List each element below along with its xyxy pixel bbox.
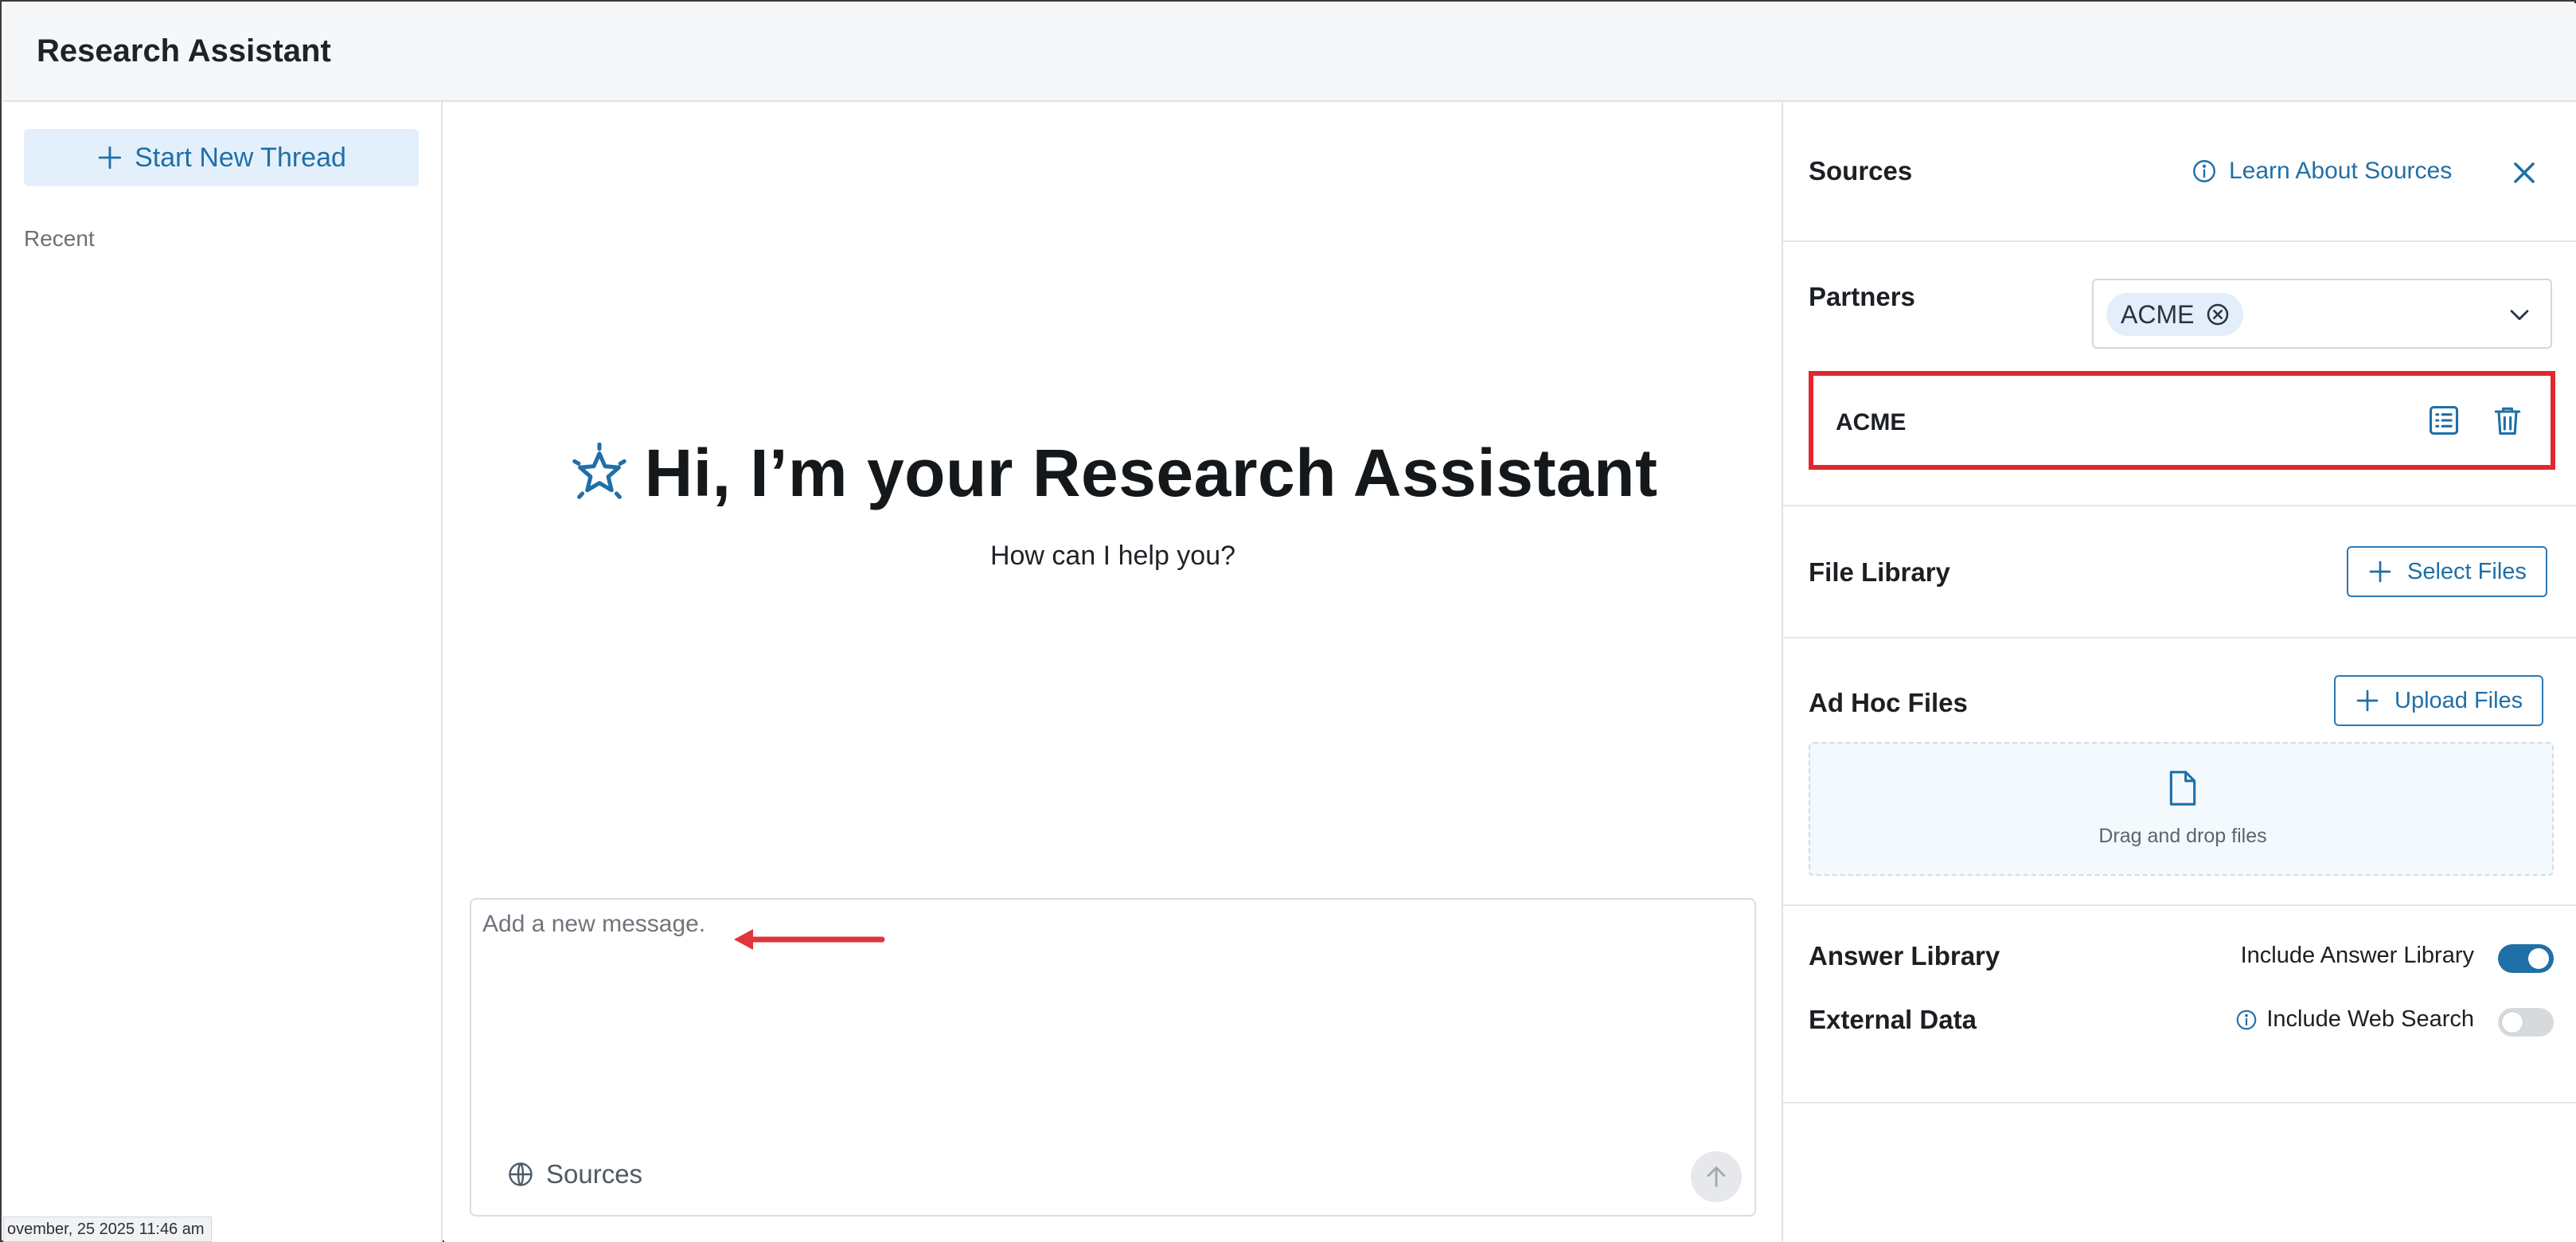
web-search-toggle[interactable] — [2498, 1008, 2554, 1037]
start-new-thread-label: Start New Thread — [135, 142, 346, 173]
partners-section: Partners ACME ACME — [1783, 242, 2576, 506]
library-toggles-section: Answer Library Include Answer Library Ex… — [1783, 906, 2576, 1103]
app-title: Research Assistant — [37, 33, 331, 68]
chevron-down-icon — [2510, 310, 2529, 321]
arrow-up-icon — [1707, 1166, 1726, 1187]
answer-library-title: Answer Library — [1809, 941, 2000, 971]
upload-files-button[interactable]: Upload Files — [2334, 675, 2544, 726]
plus-icon — [98, 146, 122, 170]
composer-sources-label: Sources — [546, 1159, 643, 1189]
message-input[interactable] — [482, 911, 1740, 1110]
select-files-button[interactable]: Select Files — [2347, 546, 2547, 597]
composer-sources-button[interactable]: Sources — [506, 1159, 642, 1189]
greeting-subtitle: How can I help you? — [989, 541, 1236, 571]
close-icon[interactable] — [2509, 158, 2539, 188]
greeting-text: Hi, I’m your Research Assistant — [644, 435, 1658, 510]
file-library-title: File Library — [1809, 557, 1950, 587]
info-circle-icon[interactable] — [2234, 1008, 2258, 1032]
adhoc-files-section: Ad Hoc Files Upload Files Drag and drop … — [1783, 639, 2576, 906]
chat-main: Hi, I’m your Research Assistant How can … — [444, 102, 1782, 1242]
partners-title: Partners — [1809, 282, 1915, 311]
trash-icon[interactable] — [2490, 403, 2525, 438]
adhoc-files-title: Ad Hoc Files — [1809, 688, 1968, 717]
list-details-icon[interactable] — [2426, 403, 2461, 438]
file-library-section: File Library Select Files — [1783, 506, 2576, 639]
sparkle-star-icon — [572, 442, 626, 499]
timestamp-overlay: ovember, 25 2025 11:46 am — [3, 1217, 212, 1242]
upload-files-label: Upload Files — [2395, 687, 2523, 713]
file-icon — [2169, 771, 2196, 806]
plus-icon — [2369, 560, 2391, 583]
greeting-heading: Hi, I’m your Research Assistant — [568, 435, 1658, 512]
include-answer-library-label: Include Answer Library — [2240, 943, 2474, 968]
app-window: Research Assistant Start New Thread Rece… — [0, 0, 2576, 1242]
start-new-thread-button[interactable]: Start New Thread — [24, 129, 419, 186]
partner-chip-label: ACME — [2121, 299, 2195, 329]
partners-select[interactable]: ACME — [2092, 279, 2552, 349]
message-composer: Sources — [470, 898, 1756, 1217]
info-circle-icon — [2193, 160, 2215, 182]
sidebar: Start New Thread Recent — [3, 102, 443, 1242]
toggle-knob — [2528, 948, 2549, 969]
toggle-knob — [2502, 1012, 2523, 1033]
sources-panel-header: Sources Learn About Sources — [1783, 102, 2576, 242]
learn-about-sources-label: Learn About Sources — [2229, 158, 2453, 184]
answer-library-toggle[interactable] — [2498, 944, 2554, 973]
partner-row-name: ACME — [1836, 409, 1907, 435]
app-header: Research Assistant — [3, 3, 2576, 102]
circle-x-icon[interactable] — [2205, 302, 2231, 327]
partner-chip: ACME — [2106, 293, 2244, 336]
external-data-title: External Data — [1809, 1005, 1977, 1034]
select-files-label: Select Files — [2407, 558, 2527, 584]
sources-panel: Sources Learn About Sources Partners ACM… — [1782, 102, 2576, 1242]
learn-about-sources-link[interactable]: Learn About Sources — [2191, 158, 2452, 185]
globe-icon — [509, 1162, 533, 1186]
dropzone-text: Drag and drop files — [2098, 825, 2267, 847]
plus-icon — [2356, 689, 2379, 712]
annotation-arrow — [734, 929, 885, 950]
welcome-hero: Hi, I’m your Research Assistant How can … — [444, 435, 1782, 572]
include-web-search: Include Web Search — [2234, 1006, 2474, 1033]
recent-heading: Recent — [24, 226, 95, 251]
include-web-search-label: Include Web Search — [2266, 1006, 2474, 1032]
sources-panel-title: Sources — [1809, 156, 1913, 186]
send-button[interactable] — [1691, 1151, 1742, 1202]
file-dropzone[interactable]: Drag and drop files — [1809, 742, 2554, 876]
partner-row: ACME — [1809, 371, 2555, 470]
